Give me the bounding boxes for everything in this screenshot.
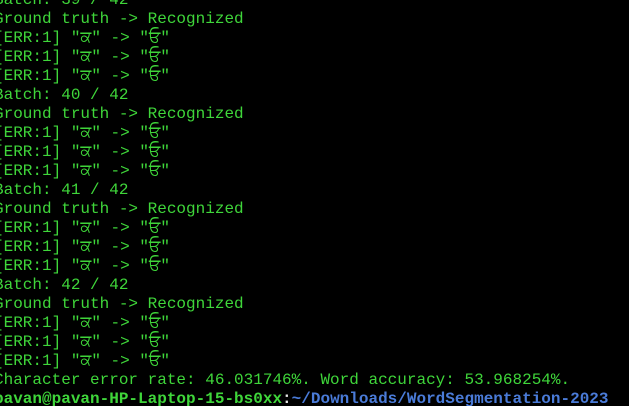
prompt-separator: :: [282, 390, 292, 406]
output-line: Ground truth -> Recognized: [0, 105, 244, 123]
output-line: [ERR:1] "ਕ" -> "ਓ": [0, 67, 170, 85]
output-line: [ERR:1] "ਕ" -> "ਓ": [0, 124, 170, 142]
output-line: Batch: 42 / 42: [0, 276, 129, 294]
output-line: [ERR:1] "ਕ" -> "ਓ": [0, 48, 170, 66]
output-line: [ERR:1] "ਕ" -> "ਓ": [0, 143, 170, 161]
prompt-user-host: pavan@pavan-HP-Laptop-15-bs0xx: [0, 390, 283, 406]
output-line: [ERR:1] "ਕ" -> "ਓ": [0, 352, 170, 370]
output-line: [ERR:1] "ਕ" -> "ਓ": [0, 219, 170, 237]
terminal-output: Batch: 39 / 42 Ground truth -> Recognize…: [0, 0, 609, 406]
output-line: [ERR:1] "ਕ" -> "ਓ": [0, 333, 170, 351]
output-line: [ERR:1] "ਕ" -> "ਓ": [0, 162, 170, 180]
output-line: Batch: 41 / 42: [0, 181, 129, 199]
output-line: [ERR:1] "ਕ" -> "ਓ": [0, 257, 170, 275]
output-line: Ground truth -> Recognized: [0, 200, 244, 218]
output-line: [ERR:1] "ਕ" -> "ਓ": [0, 314, 170, 332]
output-line: Batch: 40 / 42: [0, 86, 129, 104]
output-line: [ERR:1] "ਕ" -> "ਓ": [0, 29, 170, 47]
output-line: Ground truth -> Recognized: [0, 10, 244, 28]
summary-line: Character error rate: 46.031746%. Word a…: [0, 371, 571, 389]
terminal-window[interactable]: Batch: 39 / 42 Ground truth -> Recognize…: [0, 0, 629, 406]
shell-prompt[interactable]: pavan@pavan-HP-Laptop-15-bs0xx:~/Downloa…: [0, 390, 609, 406]
output-line: [ERR:1] "ਕ" -> "ਓ": [0, 238, 170, 256]
prompt-path: ~/Downloads/WordSegmentation-2023: [291, 390, 609, 406]
output-line: Ground truth -> Recognized: [0, 295, 244, 313]
output-line: Batch: 39 / 42: [0, 0, 129, 9]
